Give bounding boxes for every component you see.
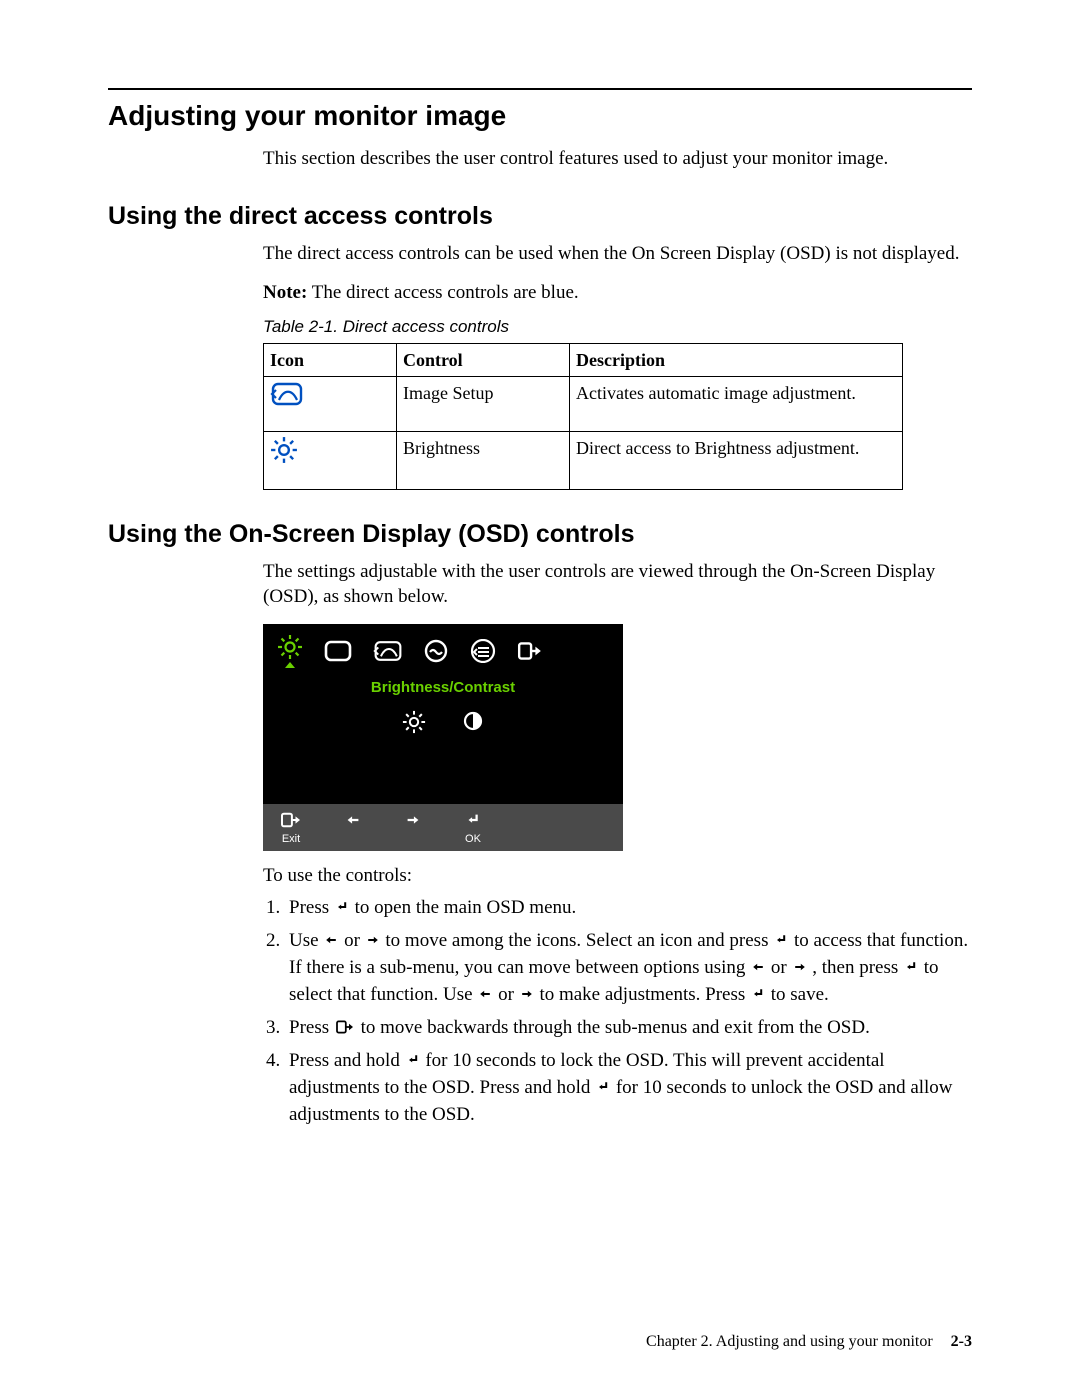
heading-main: Adjusting your monitor image — [108, 100, 972, 132]
osd-options-icon — [469, 639, 497, 663]
enter-icon — [334, 899, 350, 915]
step-text: or — [771, 957, 792, 978]
osd-exit-top-icon — [517, 640, 543, 662]
osd-active-indicator-icon — [285, 662, 295, 668]
left-arrow-icon — [477, 986, 493, 1002]
step-text: or — [498, 984, 519, 1005]
th-icon: Icon — [264, 343, 397, 376]
cell-description: Activates automatic image adjustment. — [570, 377, 903, 432]
step-text: to make adjustments. Press — [539, 984, 750, 1005]
step-text: Press — [289, 1017, 334, 1038]
osd-props-icon — [423, 638, 449, 664]
left-arrow-icon — [750, 959, 766, 975]
osd-imgsetup-icon — [373, 639, 403, 663]
instructions-intro: To use the controls: — [263, 863, 972, 889]
instructions-list: Press to open the main OSD menu. Use or … — [263, 895, 972, 1129]
enter-icon — [750, 986, 766, 1002]
th-control: Control — [397, 343, 570, 376]
enter-icon — [595, 1079, 611, 1095]
table-header-row: Icon Control Description — [264, 343, 903, 376]
step-text: Use — [289, 930, 323, 951]
instruction-step: Press and hold for 10 seconds to lock th… — [285, 1048, 972, 1129]
osd-exit-button: Exit — [279, 810, 303, 847]
step-text: to move among the icons. Select an icon … — [385, 930, 773, 951]
step-text: Press and hold — [289, 1050, 405, 1071]
brightness-icon — [270, 436, 298, 464]
osd-sun-icon — [277, 634, 303, 660]
step-text: Press — [289, 897, 334, 918]
right-arrow-icon — [365, 932, 381, 948]
cell-description: Direct access to Brightness adjustment. — [570, 432, 903, 489]
right-arrow-icon — [403, 811, 423, 829]
cell-control: Image Setup — [397, 377, 570, 432]
th-description: Description — [570, 343, 903, 376]
page-footer: Chapter 2. Adjusting and using your moni… — [646, 1333, 972, 1351]
enter-icon — [463, 811, 483, 829]
direct-access-table: Icon Control Description Image Setup Act… — [263, 343, 903, 490]
footer-page-number: 2-3 — [951, 1333, 972, 1350]
step-text: to move backwards through the sub-menus … — [361, 1017, 870, 1038]
note-text: The direct access controls are blue. — [307, 282, 578, 303]
left-arrow-icon — [343, 811, 363, 829]
step-text: to open the main OSD menu. — [355, 897, 577, 918]
note-line: Note: The direct access controls are blu… — [263, 280, 972, 306]
osd-right-button — [403, 810, 423, 847]
direct-access-paragraph: The direct access controls can be used w… — [263, 241, 972, 267]
enter-icon — [903, 959, 919, 975]
note-label: Note: — [263, 282, 307, 303]
table-row: Image Setup Activates automatic image ad… — [264, 377, 903, 432]
heading-osd-controls: Using the On-Screen Display (OSD) contro… — [108, 520, 972, 549]
osd-mid-sun-icon — [402, 710, 426, 734]
step-text: or — [344, 930, 365, 951]
cell-control: Brightness — [397, 432, 570, 489]
osd-ok-button: OK — [463, 810, 483, 847]
image-setup-icon — [270, 381, 304, 407]
instruction-step: Press to move backwards through the sub-… — [285, 1015, 972, 1042]
table-caption: Table 2-1. Direct access controls — [263, 316, 972, 339]
osd-screenshot: Brightness/Contrast Exit — [263, 624, 623, 851]
footer-chapter: Chapter 2. Adjusting and using your moni… — [646, 1333, 933, 1350]
instruction-step: Use or to move among the icons. Select a… — [285, 928, 972, 1009]
exit-icon — [279, 811, 303, 829]
table-row: Brightness Direct access to Brightness a… — [264, 432, 903, 489]
step-text: to save. — [771, 984, 829, 1005]
exit-icon — [334, 1019, 356, 1035]
osd-paragraph: The settings adjustable with the user co… — [263, 559, 972, 610]
enter-icon — [773, 932, 789, 948]
osd-rect-icon — [323, 639, 353, 663]
enter-icon — [405, 1052, 421, 1068]
osd-menu-label: Brightness/Contrast — [263, 672, 623, 710]
right-arrow-icon — [792, 959, 808, 975]
osd-exit-label: Exit — [282, 832, 300, 847]
right-arrow-icon — [519, 986, 535, 1002]
instruction-step: Press to open the main OSD menu. — [285, 895, 972, 922]
left-arrow-icon — [323, 932, 339, 948]
step-text: , then press — [812, 957, 903, 978]
osd-ok-label: OK — [465, 832, 481, 847]
osd-mid-contrast-icon — [462, 710, 484, 732]
osd-left-button — [343, 810, 363, 847]
heading-direct-access: Using the direct access controls — [108, 202, 972, 231]
intro-paragraph: This section describes the user control … — [263, 146, 972, 172]
